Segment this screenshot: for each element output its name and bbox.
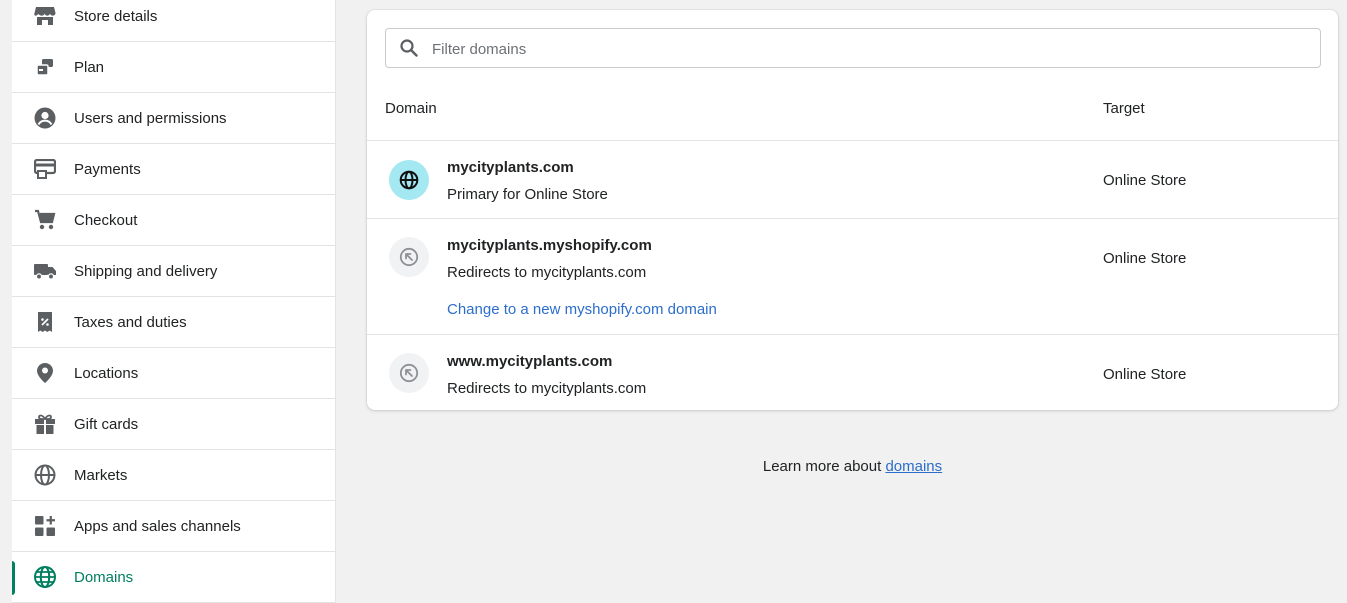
user-icon (32, 105, 58, 131)
truck-icon (32, 258, 58, 284)
sidebar-item-shipping[interactable]: Shipping and delivery (12, 246, 335, 297)
sidebar-item-label: Markets (74, 466, 128, 484)
filter-domains-search[interactable] (385, 28, 1321, 68)
sidebar-item-label: Payments (74, 160, 141, 178)
sidebar-item-checkout[interactable]: Checkout (12, 195, 335, 246)
globe-icon (389, 160, 429, 200)
domain-row-myshopify[interactable]: mycityplants.myshopify.com Redirects to … (367, 218, 1338, 334)
settings-sidebar: Store details Plan Users and permissions… (0, 0, 336, 603)
domain-status: Redirects to mycityplants.com (447, 264, 647, 281)
domain-target: Online Store (1103, 366, 1187, 383)
sidebar-item-plan[interactable]: Plan (12, 42, 335, 93)
domain-status: Redirects to mycityplants.com (447, 380, 647, 397)
store-icon (32, 3, 58, 29)
sidebar-item-label: Locations (74, 364, 139, 382)
sidebar-item-store-details[interactable]: Store details (12, 0, 335, 42)
domains-globe-icon (32, 564, 58, 590)
payments-icon (32, 156, 58, 182)
sidebar-item-label: Apps and sales channels (74, 517, 241, 535)
sidebar-item-label: Checkout (74, 211, 138, 229)
sidebar-item-label: Taxes and duties (74, 313, 187, 331)
apps-icon (32, 513, 58, 539)
domain-name: mycityplants.myshopify.com (447, 237, 652, 254)
learn-more-text: Learn more about (762, 458, 886, 475)
sidebar-item-label: Domains (74, 568, 134, 586)
filter-domains-input[interactable] (430, 37, 1294, 61)
sidebar-item-gift-cards[interactable]: Gift cards (12, 399, 335, 450)
redirect-icon (389, 353, 429, 393)
plan-icon (32, 54, 58, 80)
learn-more-footer: Learn more about domains (367, 458, 1338, 475)
column-header-target: Target (1103, 100, 1145, 117)
sidebar-item-label: Shipping and delivery (74, 262, 218, 280)
domain-target: Online Store (1103, 250, 1187, 267)
sidebar-item-markets[interactable]: Markets (12, 450, 335, 501)
gift-icon (32, 411, 58, 437)
sidebar-item-label: Gift cards (74, 415, 139, 433)
domain-name: mycityplants.com (447, 159, 574, 176)
domain-row-www[interactable]: www.mycityplants.com Redirects to mycity… (367, 334, 1338, 410)
sidebar-item-label: Users and permissions (74, 109, 227, 127)
location-pin-icon (32, 360, 58, 386)
sidebar-item-locations[interactable]: Locations (12, 348, 335, 399)
cart-icon (32, 207, 58, 233)
domain-name: www.mycityplants.com (447, 353, 613, 370)
sidebar-item-payments[interactable]: Payments (12, 144, 335, 195)
markets-globe-icon (32, 462, 58, 488)
learn-more-domains-link[interactable]: domains (885, 458, 942, 475)
sidebar-item-label: Plan (74, 58, 105, 76)
domains-card: Domain Target mycityplants.com Primary f… (367, 10, 1338, 410)
sidebar-item-apps[interactable]: Apps and sales channels (12, 501, 335, 552)
column-header-domain: Domain (385, 100, 437, 117)
redirect-icon (389, 237, 429, 277)
domain-status: Primary for Online Store (447, 186, 608, 203)
settings-nav-list: Store details Plan Users and permissions… (12, 0, 336, 603)
sidebar-item-taxes[interactable]: Taxes and duties (12, 297, 335, 348)
receipt-icon (32, 309, 58, 335)
sidebar-item-users[interactable]: Users and permissions (12, 93, 335, 144)
domain-target: Online Store (1103, 172, 1187, 189)
sidebar-item-label: Store details (74, 7, 158, 25)
sidebar-item-domains[interactable]: Domains (12, 552, 335, 603)
domain-row-primary[interactable]: mycityplants.com Primary for Online Stor… (367, 140, 1338, 218)
change-myshopify-domain-link[interactable]: Change to a new myshopify.com domain (447, 301, 717, 318)
search-icon (400, 39, 418, 57)
